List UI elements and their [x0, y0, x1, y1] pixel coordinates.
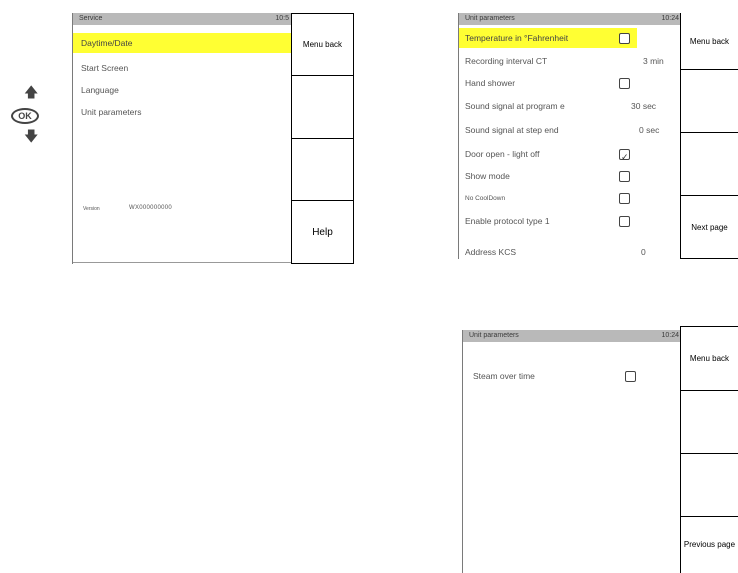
recording-interval-value: 3 min: [643, 56, 664, 66]
param-label: Steam over time: [473, 371, 535, 381]
next-page-button[interactable]: Next page: [680, 195, 738, 259]
divider: [680, 69, 738, 70]
unit-parameters-screen-2: Unit parameters 10:24 Steam over time: [462, 330, 683, 573]
divider: [680, 132, 738, 133]
menu-item-unit-parameters[interactable]: Unit parameters: [73, 101, 293, 123]
softkey-3[interactable]: [291, 138, 354, 200]
param-label: Door open - light off: [465, 149, 540, 159]
menu-item-label: Unit parameters: [81, 107, 142, 117]
clock: 10:24: [661, 15, 679, 22]
steam-over-time-checkbox[interactable]: [625, 371, 636, 382]
param-label: Show mode: [465, 171, 510, 181]
menu-item-language[interactable]: Language: [73, 79, 293, 101]
param-row-no-cooldown[interactable]: No CoolDown: [459, 188, 683, 210]
arrow-down-icon[interactable]: 🡇: [24, 126, 38, 150]
param-row-steam-over-time[interactable]: Steam over time: [463, 365, 683, 387]
divider: [680, 453, 738, 454]
clock: 10:24: [661, 332, 679, 339]
param-label: Enable protocol type 1: [465, 216, 550, 226]
divider: [680, 326, 738, 327]
menu-back-button[interactable]: Menu back: [680, 13, 738, 69]
param-label: Temperature in °Fahrenheit: [465, 33, 569, 43]
ok-button[interactable]: OK: [11, 108, 39, 124]
param-label: Hand shower: [465, 78, 516, 88]
param-row-sound-signal-program-end[interactable]: Sound signal at program e 30 sec: [459, 95, 683, 117]
divider: [680, 516, 738, 517]
softkey-3[interactable]: [680, 132, 738, 195]
version-value: WX000000000: [129, 205, 172, 211]
fahrenheit-checkbox[interactable]: [619, 33, 630, 44]
param-row-address-kcs[interactable]: Address KCS 0: [459, 241, 683, 259]
no-cooldown-checkbox[interactable]: [619, 193, 630, 204]
softkey-3[interactable]: [680, 453, 738, 516]
unit-parameters-screen-1: Unit parameters 10:24 Temperature in °Fa…: [458, 13, 683, 259]
screen-title: Unit parameters: [469, 332, 519, 339]
screen-title: Unit parameters: [465, 15, 515, 22]
sound-step-end-value: 0 sec: [639, 125, 660, 135]
param-row-temperature-fahrenheit[interactable]: Temperature in °Fahrenheit: [459, 28, 637, 48]
show-mode-checkbox[interactable]: [619, 171, 630, 182]
ok-label: OK: [18, 111, 32, 121]
title-bar: Unit parameters 10:24: [463, 330, 683, 342]
param-label: Sound signal at program e: [465, 101, 565, 111]
param-row-show-mode[interactable]: Show mode: [459, 165, 683, 187]
screen-title: Service: [79, 15, 103, 22]
protocol-checkbox[interactable]: [619, 216, 630, 227]
sound-program-end-value: 30 sec: [631, 101, 657, 111]
hand-shower-checkbox[interactable]: [619, 78, 630, 89]
softkey-2[interactable]: [680, 69, 738, 132]
softkey-2[interactable]: [291, 75, 354, 138]
address-kcs-value: 0: [641, 247, 646, 257]
service-screen: Service 10:5 Daytime/Date Start Screen L…: [72, 13, 293, 264]
param-label: No CoolDown: [465, 195, 506, 202]
param-row-recording-interval[interactable]: Recording interval CT 3 min: [459, 50, 683, 72]
divider: [680, 390, 738, 391]
clock: 10:5: [275, 15, 289, 22]
title-bar: Unit parameters 10:24: [459, 13, 683, 25]
title-bar: Service 10:5: [73, 13, 293, 25]
menu-item-label: Language: [81, 85, 119, 95]
menu-item-daytime-date[interactable]: Daytime/Date: [73, 33, 293, 53]
divider: [680, 258, 738, 259]
door-light-checkbox[interactable]: [619, 147, 630, 169]
menu-back-button[interactable]: Menu back: [680, 326, 738, 390]
help-button[interactable]: Help: [291, 200, 354, 264]
param-row-sound-signal-step-end[interactable]: Sound signal at step end 0 sec: [459, 119, 683, 141]
menu-back-button[interactable]: Menu back: [291, 13, 354, 75]
softkey-2[interactable]: [680, 390, 738, 453]
param-row-enable-protocol[interactable]: Enable protocol type 1: [459, 210, 683, 232]
menu-item-label: Daytime/Date: [81, 38, 133, 48]
param-row-door-open-light-off[interactable]: Door open - light off: [459, 143, 683, 169]
divider: [680, 195, 738, 196]
param-label: Recording interval CT: [465, 56, 548, 66]
param-row-hand-shower[interactable]: Hand shower: [459, 72, 683, 94]
version-label: Version: [83, 206, 100, 212]
bottom-border: [73, 262, 293, 263]
menu-item-start-screen[interactable]: Start Screen: [73, 57, 293, 79]
param-label: Address KCS: [465, 247, 517, 257]
menu-item-label: Start Screen: [81, 63, 129, 73]
previous-page-button[interactable]: Previous page: [680, 516, 738, 573]
arrow-up-icon[interactable]: 🡅: [24, 82, 38, 106]
param-label: Sound signal at step end: [465, 125, 559, 135]
